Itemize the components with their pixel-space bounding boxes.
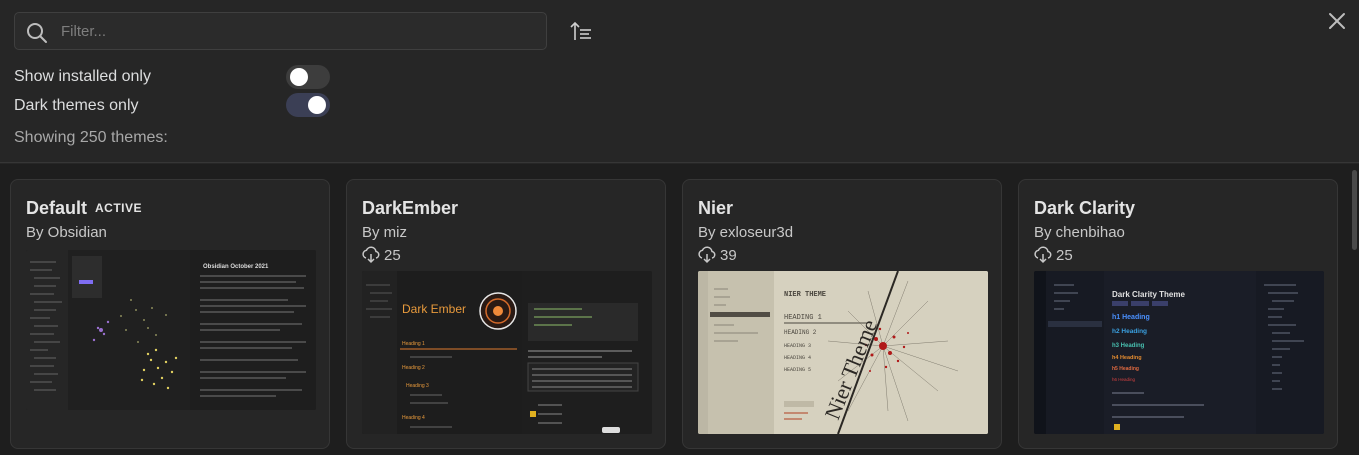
svg-text:h1 Heading: h1 Heading	[1112, 314, 1150, 321]
theme-name: DarkEmber	[362, 198, 459, 218]
svg-text:Heading 4: Heading 4	[402, 415, 425, 421]
theme-grid: Default ACTIVE By Obsidian Obsidian Octo…	[0, 164, 1359, 455]
preview-title: Dark Clarity Theme	[1112, 290, 1185, 299]
download-count: 25	[1034, 246, 1073, 264]
preview-title: Dark Ember	[402, 302, 466, 316]
search-box[interactable]	[14, 12, 547, 50]
theme-card-nier[interactable]: Nier By exloseur3d 39 NIER THEME HEADING…	[682, 179, 1002, 449]
svg-text:HEADING 2: HEADING 2	[784, 329, 817, 336]
svg-text:HEADING 5: HEADING 5	[784, 367, 811, 373]
theme-title: Default ACTIVE	[26, 198, 142, 219]
svg-text:Heading 3: Heading 3	[406, 383, 429, 389]
header-panel: Show installed only Dark themes only Sho…	[0, 0, 1359, 163]
theme-author: By chenbihao	[1034, 224, 1125, 241]
preview-title: NIER THEME	[784, 291, 826, 299]
svg-text:HEADING 1: HEADING 1	[784, 314, 822, 322]
svg-text:h3 Heading: h3 Heading	[1112, 343, 1145, 349]
theme-name: Dark Clarity	[1034, 198, 1136, 218]
svg-text:Heading 1: Heading 1	[402, 341, 425, 347]
download-value: 25	[384, 246, 401, 264]
theme-card-dark-clarity[interactable]: Dark Clarity By chenbihao 25 Dark Clarit…	[1018, 179, 1338, 449]
theme-author: By exloseur3d	[698, 224, 794, 241]
theme-preview: NIER THEME HEADING 1 HEADING 2 HEADING 3…	[698, 271, 988, 434]
svg-text:h2 Heading: h2 Heading	[1112, 328, 1147, 335]
theme-name: Nier	[698, 198, 734, 218]
active-badge: ACTIVE	[95, 201, 143, 215]
dark-only-label: Dark themes only	[14, 97, 139, 114]
download-icon	[1034, 246, 1052, 264]
svg-text:h6 Heading: h6 Heading	[1112, 377, 1136, 382]
svg-text:Heading 2: Heading 2	[402, 365, 425, 371]
svg-text:h4 Heading: h4 Heading	[1112, 355, 1142, 361]
show-installed-toggle[interactable]	[286, 65, 330, 89]
search-input[interactable]	[61, 13, 531, 49]
preview-title: Obsidian October 2021	[203, 264, 269, 270]
svg-text:h5 Heading: h5 Heading	[1112, 366, 1139, 372]
close-icon[interactable]	[1326, 10, 1348, 32]
download-icon	[362, 246, 380, 264]
theme-card-darkember[interactable]: DarkEmber By miz 25 Dark Ember Heading 1…	[346, 179, 666, 449]
toggle-knob	[290, 68, 308, 86]
scrollbar[interactable]	[1352, 170, 1357, 250]
download-count: 25	[362, 246, 401, 264]
download-value: 39	[720, 246, 737, 264]
theme-count: Showing 250 themes:	[14, 129, 168, 146]
sort-icon[interactable]	[569, 20, 593, 44]
theme-preview: Dark Ember Heading 1 Heading 2 Heading 3…	[362, 271, 652, 434]
svg-text:HEADING 3: HEADING 3	[784, 343, 811, 349]
download-count: 39	[698, 246, 737, 264]
dark-only-toggle[interactable]	[286, 93, 330, 117]
svg-text:HEADING 4: HEADING 4	[784, 355, 811, 361]
toggle-knob	[308, 96, 326, 114]
search-icon	[27, 23, 47, 43]
download-value: 25	[1056, 246, 1073, 264]
theme-card-default[interactable]: Default ACTIVE By Obsidian Obsidian Octo…	[10, 179, 330, 449]
theme-preview: Obsidian October 2021	[26, 250, 316, 410]
theme-name: Default	[26, 198, 88, 218]
theme-author: By miz	[362, 224, 407, 241]
theme-preview: Dark Clarity Theme h1 Heading h2 Heading…	[1034, 271, 1324, 434]
show-installed-label: Show installed only	[14, 68, 151, 85]
download-icon	[698, 246, 716, 264]
theme-author: By Obsidian	[26, 224, 107, 241]
